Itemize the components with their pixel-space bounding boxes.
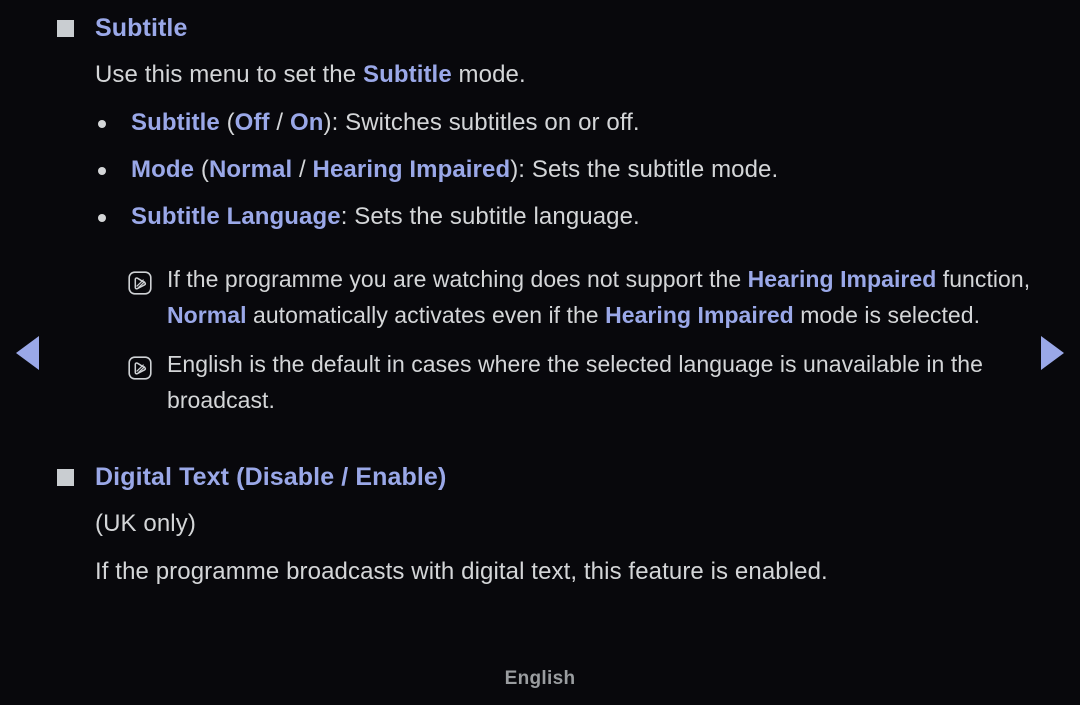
list-item: Subtitle Language: Sets the subtitle lan…: [0, 200, 1080, 234]
option-description: : Sets the subtitle mode.: [518, 156, 779, 183]
list-item-text: Mode (Normal / Hearing Impaired): Sets t…: [131, 153, 778, 187]
option-value-one: Disable: [244, 463, 335, 491]
list-item: Subtitle (Off / On): Switches subtitles …: [0, 106, 1080, 140]
option-value-two: Enable: [355, 463, 438, 491]
option-value-one: Off: [234, 109, 270, 136]
section-body-paragraph: If the programme broadcasts with digital…: [0, 555, 1080, 589]
language-footer: English: [504, 668, 576, 689]
section-heading-subtitle: Subtitle: [0, 12, 1080, 44]
open-paren: (: [229, 463, 245, 491]
option-separator: /: [292, 156, 313, 183]
option-term: Subtitle Language: [131, 203, 341, 230]
section-title: Subtitle: [95, 14, 188, 42]
section-title: Digital Text: [95, 463, 230, 491]
section-title-row: Digital Text (Disable / Enable): [95, 461, 446, 493]
dot-bullet-icon: [98, 214, 106, 222]
intro-text-before: Use this menu to set the: [95, 61, 363, 88]
list-item: Mode (Normal / Hearing Impaired): Sets t…: [0, 153, 1080, 187]
note-emphasis-1: Hearing Impaired: [747, 266, 937, 292]
next-page-arrow-icon[interactable]: [1041, 336, 1064, 370]
square-bullet-icon: [57, 20, 74, 37]
open-paren: (: [194, 156, 209, 183]
list-item-text: Subtitle Language: Sets the subtitle lan…: [131, 200, 640, 234]
option-description: : Sets the subtitle language.: [340, 203, 640, 230]
square-bullet-icon: [57, 469, 74, 486]
section-body-text: If the programme broadcasts with digital…: [95, 558, 828, 585]
note-part-1: English is the default in cases where th…: [167, 351, 983, 413]
intro-text-after: mode.: [451, 61, 526, 88]
option-separator: /: [334, 463, 356, 491]
close-paren: ): [323, 109, 332, 136]
option-term: Mode: [131, 156, 195, 183]
intro-emphasis: Subtitle: [362, 61, 452, 88]
section-title-row: Subtitle: [95, 12, 187, 44]
option-description: : Switches subtitles on or off.: [331, 109, 640, 136]
note-emphasis-3: Hearing Impaired: [605, 302, 794, 328]
previous-page-arrow-icon[interactable]: [16, 336, 39, 370]
note-part-2: function,: [936, 266, 1031, 292]
open-paren: (: [219, 109, 235, 136]
help-screen: Subtitle Use this menu to set the Subtit…: [0, 0, 1080, 705]
note-text: English is the default in cases where th…: [167, 346, 1032, 418]
intro-paragraph: Use this menu to set the Subtitle mode.: [0, 58, 1080, 92]
region-note-text: (UK only): [95, 510, 196, 537]
note-text: If the programme you are watching does n…: [167, 261, 1032, 333]
note-part-3: automatically activates even if the: [246, 302, 606, 328]
section-heading-digital-text: Digital Text (Disable / Enable): [0, 461, 1080, 493]
dot-bullet-icon: [98, 120, 106, 128]
note-block: English is the default in cases where th…: [0, 346, 1080, 418]
note-emphasis-2: Normal: [167, 302, 247, 328]
dot-bullet-icon: [98, 167, 106, 175]
option-separator: /: [269, 109, 290, 136]
note-block: If the programme you are watching does n…: [0, 261, 1080, 333]
option-term: Subtitle: [131, 109, 220, 136]
list-item-text: Subtitle (Off / On): Switches subtitles …: [131, 106, 640, 140]
note-pen-icon: [128, 356, 152, 380]
option-value-two: On: [289, 109, 324, 136]
note-pen-icon: [128, 271, 152, 295]
region-note: (UK only): [0, 507, 1080, 541]
option-value-one: Normal: [208, 156, 293, 183]
option-value-two: Hearing Impaired: [312, 156, 511, 183]
help-content: Subtitle Use this menu to set the Subtit…: [0, 0, 1080, 603]
note-part-1: If the programme you are watching does n…: [167, 266, 748, 292]
close-paren: ): [437, 463, 447, 491]
note-part-4: mode is selected.: [793, 302, 981, 328]
